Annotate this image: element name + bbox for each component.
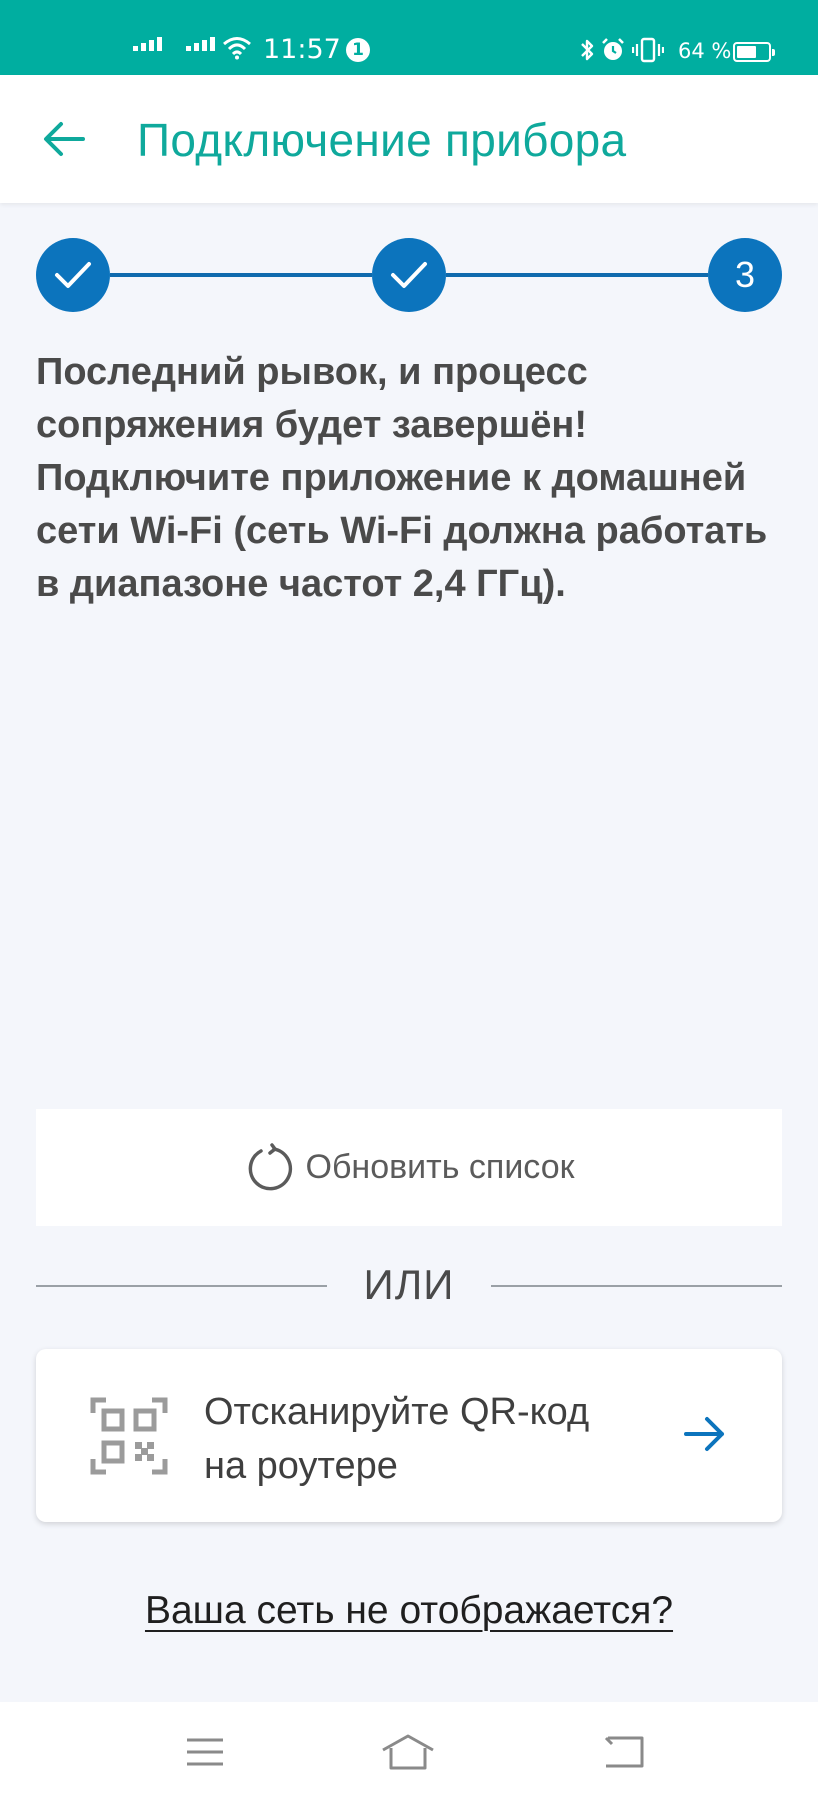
stepper-connector [110, 273, 372, 277]
scan-qr-line2: на роутере [204, 1445, 398, 1487]
menu-icon [187, 1738, 223, 1766]
back-button[interactable] [40, 115, 88, 163]
step-1-completed [36, 238, 110, 312]
signal-2-icon [186, 37, 215, 51]
nav-home-button[interactable] [378, 1728, 438, 1776]
divider-line [491, 1285, 782, 1287]
qr-code-icon [90, 1397, 168, 1475]
signal-1-icon [133, 37, 162, 51]
refresh-label: Обновить список [305, 1148, 575, 1186]
nav-back-button[interactable] [594, 1728, 654, 1776]
check-icon [391, 262, 427, 288]
vibrate-icon [632, 37, 664, 63]
message-line: Подключите приложение к домашней [36, 457, 747, 499]
network-not-shown-row: Ваша сеть не отображается? [0, 1589, 818, 1633]
nav-menu-button[interactable] [175, 1728, 235, 1776]
home-icon [382, 1734, 434, 1770]
scan-qr-label: Отсканируйте QR-код на роутере [204, 1385, 644, 1493]
network-not-shown-link[interactable]: Ваша сеть не отображается? [145, 1589, 673, 1632]
message-line: сети Wi-Fi (сеть Wi-Fi должна работать [36, 510, 768, 552]
battery-icon [733, 42, 775, 62]
app-bar: Подключение прибора [0, 75, 818, 203]
system-nav-bar [0, 1702, 818, 1800]
battery-percent: 64 % [678, 39, 732, 63]
back-icon [604, 1736, 644, 1768]
scan-qr-line1: Отсканируйте QR-код [204, 1391, 590, 1433]
message-line: в диапазоне частот 2,4 ГГц). [36, 563, 566, 605]
status-bar: 11:57 1 64 % [0, 0, 818, 75]
refresh-list-button[interactable]: Обновить список [36, 1109, 782, 1226]
wifi-icon [223, 37, 251, 60]
progress-stepper: 3 [36, 238, 782, 312]
notification-badge: 1 [346, 38, 370, 62]
or-divider: ИЛИ [36, 1255, 782, 1315]
arrow-right-icon [684, 1417, 724, 1451]
refresh-icon [248, 1142, 292, 1190]
page-title: Подключение прибора [137, 114, 627, 166]
instruction-message: Последний рывок, и процесс сопряжения бу… [36, 346, 796, 611]
stepper-connector [446, 273, 708, 277]
check-icon [55, 262, 91, 288]
alarm-icon [602, 38, 624, 60]
bluetooth-icon [581, 39, 594, 61]
scan-qr-button[interactable]: Отсканируйте QR-код на роутере [36, 1349, 782, 1522]
message-line: Последний рывок, и процесс [36, 351, 588, 393]
step-2-completed [372, 238, 446, 312]
status-time: 11:57 [263, 34, 341, 65]
arrow-left-icon [44, 122, 85, 156]
message-line: сопряжения будет завершён! [36, 404, 588, 446]
step-3-current: 3 [708, 238, 782, 312]
